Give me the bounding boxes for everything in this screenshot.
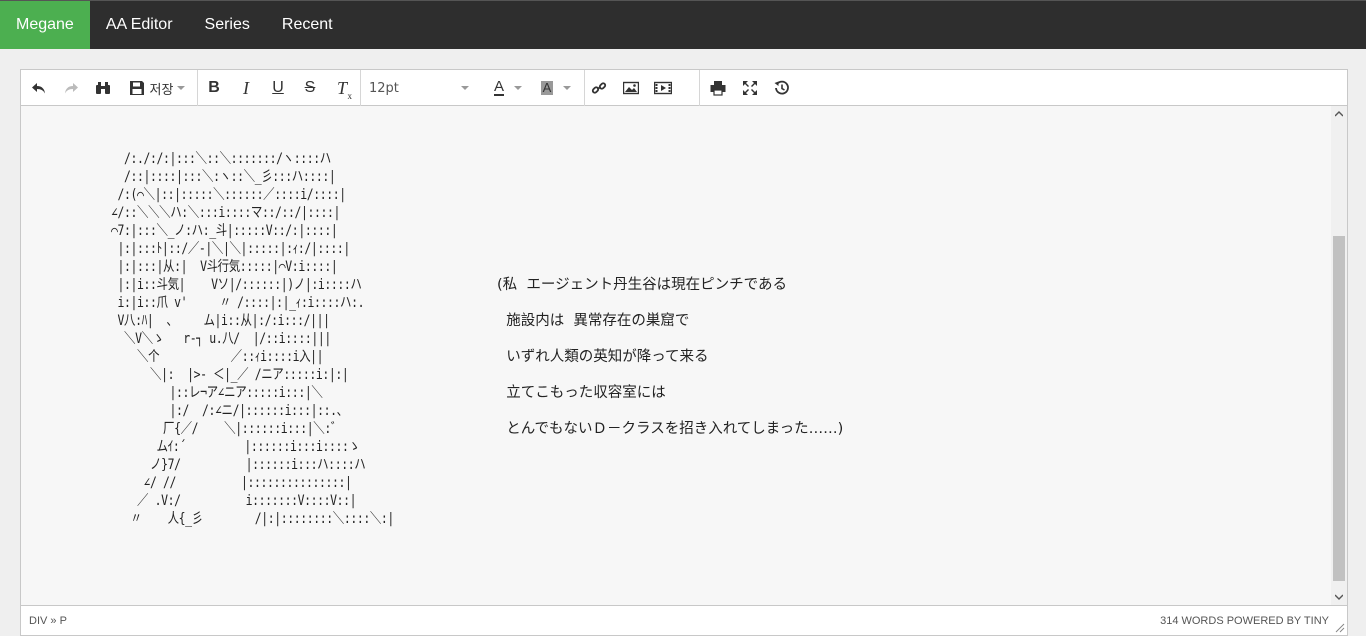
insert-link-button[interactable]: [587, 74, 611, 102]
redo-button[interactable]: [59, 74, 83, 102]
background-color-button[interactable]: A: [536, 74, 576, 102]
story-line: とんでもないＤ－クラスを招き入れてしまった……): [497, 421, 844, 437]
bold-button[interactable]: B: [202, 74, 226, 102]
background-color-icon: A: [540, 80, 554, 95]
nav-item-aa-editor[interactable]: AA Editor: [90, 0, 189, 49]
restore-draft-icon: [774, 80, 790, 96]
strikethrough-button[interactable]: S: [298, 74, 322, 102]
chevron-down-icon: [177, 86, 186, 90]
media-icon: [654, 80, 672, 96]
image-icon: [623, 80, 639, 96]
fullscreen-icon: [742, 80, 758, 96]
editor-toolbar: 저장 B I U S Tx 12pt A A: [21, 70, 1347, 106]
chevron-down-icon: [461, 86, 469, 90]
redo-icon: [63, 80, 79, 96]
story-line: (私 エージェント丹生谷は現在ピンチである: [497, 277, 787, 293]
undo-button[interactable]: [27, 74, 51, 102]
fullscreen-button[interactable]: [738, 74, 762, 102]
toolbar-divider: [197, 70, 198, 106]
clear-format-icon: Tx: [336, 77, 352, 101]
print-icon: [710, 80, 726, 96]
print-button[interactable]: [706, 74, 730, 102]
font-size-value: 12pt: [369, 80, 399, 96]
chevron-down-icon: [514, 86, 522, 90]
navbar-top-border: [0, 0, 1366, 1]
scrollbar-thumb[interactable]: [1333, 236, 1345, 581]
rich-text-editor: 저장 B I U S Tx 12pt A A /:./:/:|:::＼::＼::…: [20, 69, 1348, 636]
save-label: 저장: [149, 82, 174, 98]
bold-icon: B: [208, 79, 220, 96]
restore-draft-button[interactable]: [770, 74, 794, 102]
scroll-down-arrow-icon[interactable]: [1331, 589, 1347, 605]
editor-content-area[interactable]: /:./:/:|:::＼::＼:::::::/ヽ::::ハ /::|::::|:…: [21, 106, 1331, 605]
toolbar-divider: [584, 70, 585, 106]
text-color-icon: A: [493, 78, 504, 96]
italic-icon: I: [243, 77, 249, 98]
chevron-down-icon: [563, 86, 572, 90]
toolbar-divider: [360, 70, 361, 106]
element-path[interactable]: DIV » P: [29, 615, 67, 627]
insert-image-button[interactable]: [619, 74, 643, 102]
font-size-select[interactable]: 12pt: [363, 74, 475, 102]
story-line: 施設内は 異常存在の巣窟で: [497, 313, 690, 329]
text-color-button[interactable]: A: [488, 74, 528, 102]
word-count: 314 WORDS POWERED BY TINY: [1160, 615, 1329, 627]
insert-media-button[interactable]: [651, 74, 675, 102]
find-icon: [95, 80, 111, 96]
toolbar-divider: [699, 70, 700, 106]
scroll-up-arrow-icon[interactable]: [1331, 106, 1347, 122]
strikethrough-icon: S: [304, 79, 316, 96]
story-line: 立てこもった収容室には: [497, 385, 666, 401]
italic-button[interactable]: I: [234, 74, 258, 102]
story-text-block: (私 エージェント丹生谷は現在ピンチである 施設内は 異常存在の巣窟で いずれ人…: [497, 276, 843, 456]
clear-formatting-button[interactable]: Tx: [330, 74, 354, 102]
underline-icon: U: [272, 79, 284, 96]
underline-button[interactable]: U: [266, 74, 290, 102]
find-replace-button[interactable]: [91, 74, 115, 102]
resize-handle-icon[interactable]: [1335, 623, 1345, 633]
nav-item-recent[interactable]: Recent: [266, 0, 349, 49]
top-navbar: Megane AA Editor Series Recent: [0, 0, 1366, 49]
story-line: いずれ人類の英知が降って来る: [497, 349, 709, 365]
save-button[interactable]: 저장: [123, 74, 191, 102]
undo-icon: [31, 80, 47, 96]
ascii-art-block: /:./:/:|:::＼::＼:::::::/ヽ::::ハ /::|::::|:…: [111, 151, 394, 527]
link-icon: [591, 80, 607, 96]
editor-statusbar: DIV » P 314 WORDS POWERED BY TINY: [21, 605, 1347, 635]
nav-item-series[interactable]: Series: [189, 0, 266, 49]
nav-item-megane[interactable]: Megane: [0, 0, 90, 49]
vertical-scrollbar[interactable]: [1331, 106, 1347, 605]
save-icon: [129, 80, 145, 96]
